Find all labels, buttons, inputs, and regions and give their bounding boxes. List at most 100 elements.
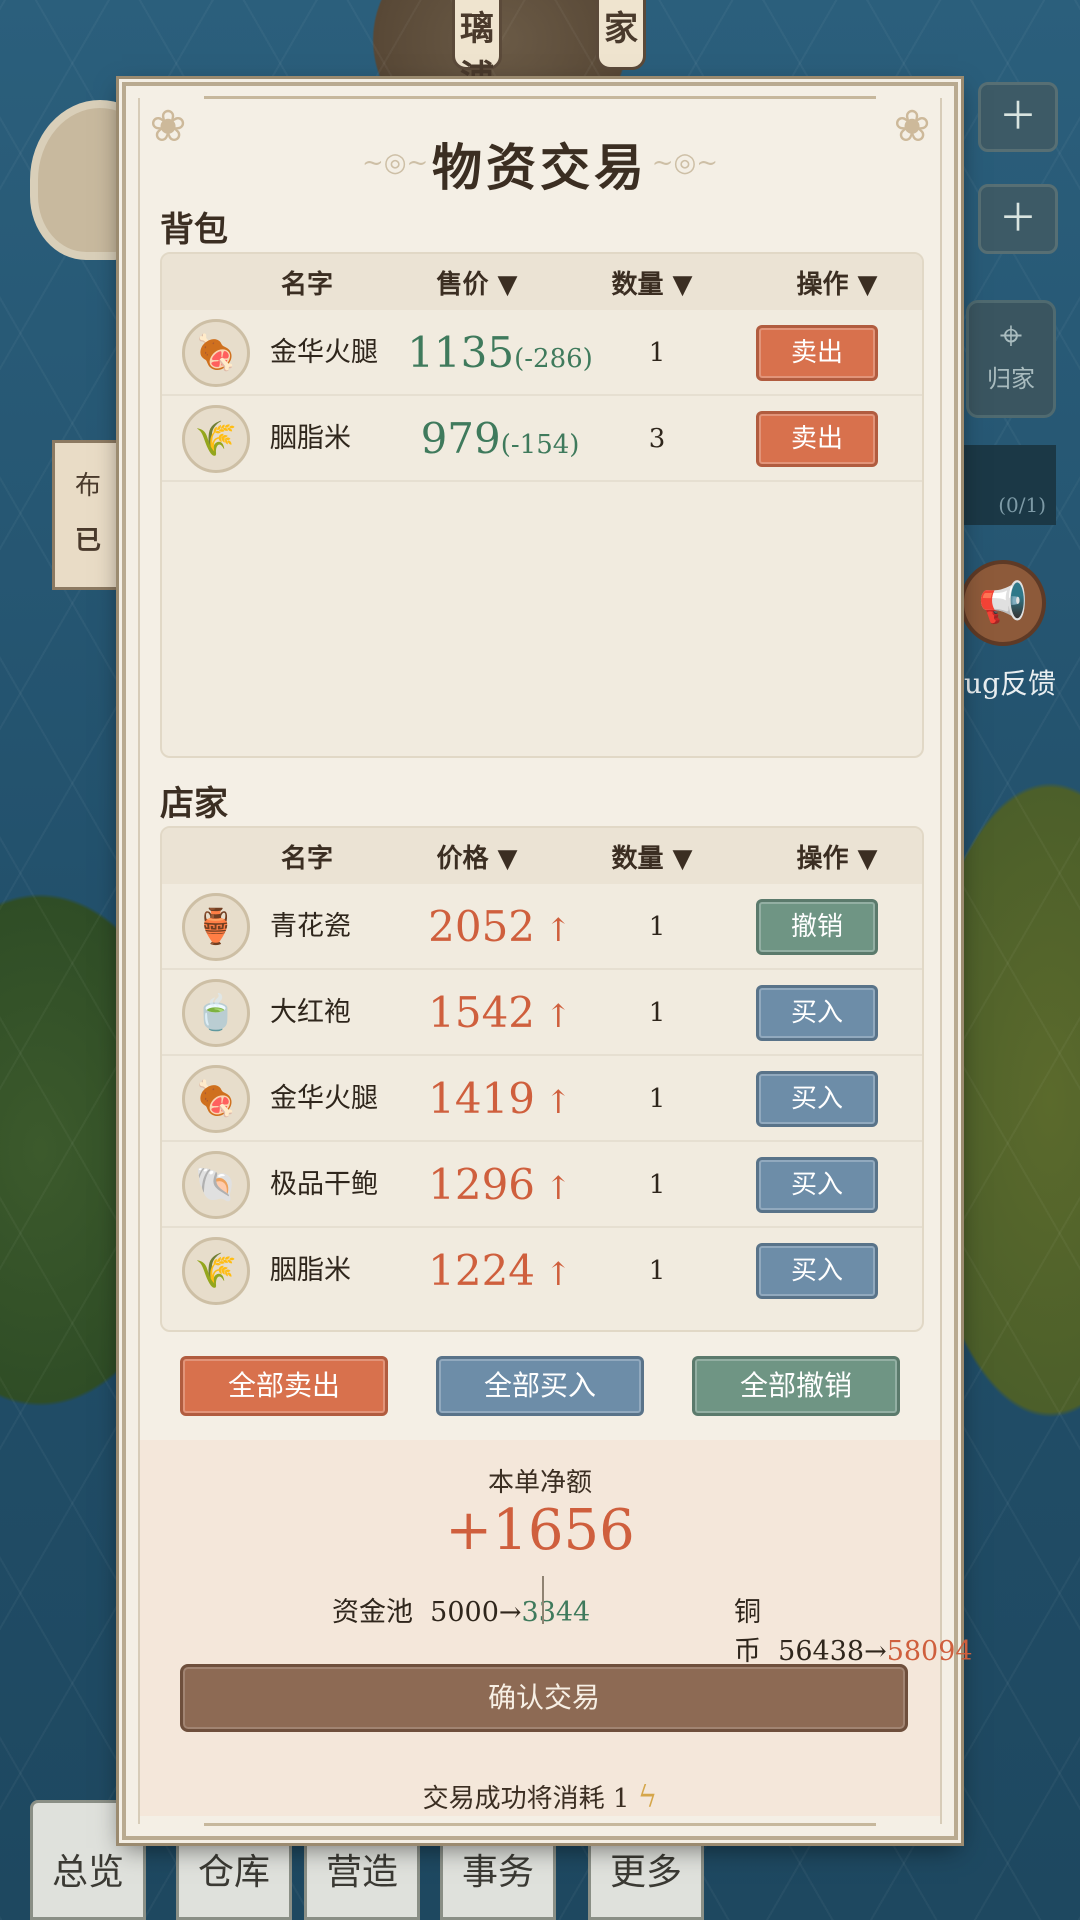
header-sell-price[interactable]: 售价 ▼ bbox=[402, 264, 552, 301]
header-quantity[interactable]: 数量 ▼ bbox=[552, 838, 752, 875]
side-info-card: 布 已 bbox=[52, 440, 124, 590]
shop-table: 名字 价格 ▼ 数量 ▼ 操作 ▼ 🏺 青花瓷 2052 ↑ 1 撤销 🍵 大红袍… bbox=[160, 826, 924, 1332]
return-home-button[interactable]: ⌖ 归家 bbox=[966, 300, 1056, 418]
backpack-table-header: 名字 售价 ▼ 数量 ▼ 操作 ▼ bbox=[162, 254, 922, 310]
buy-button[interactable]: 买入 bbox=[756, 1243, 878, 1299]
fund-pool-change: 资金池 5000→3344 bbox=[332, 1590, 590, 1629]
header-operation[interactable]: 操作 ▼ bbox=[752, 264, 922, 301]
copper-coin-change: 铜币 56438→58094 bbox=[734, 1590, 973, 1668]
sell-all-button[interactable]: 全部卖出 bbox=[180, 1356, 388, 1416]
megaphone-icon: 📢 bbox=[978, 580, 1028, 626]
item-name: 金华火腿 bbox=[270, 1083, 378, 1114]
backpack-section-label: 背包 bbox=[160, 210, 228, 250]
item-quantity: 1 bbox=[648, 1256, 666, 1286]
price-up-arrow-icon: ↑ bbox=[545, 1255, 572, 1293]
side-info-line: 布 bbox=[75, 471, 102, 501]
item-price: 1296 ↑ bbox=[428, 1160, 572, 1209]
price-up-arrow-icon: ↑ bbox=[545, 911, 572, 949]
sell-button[interactable]: 卖出 bbox=[756, 411, 878, 467]
shop-row: 🏺 青花瓷 2052 ↑ 1 撤销 bbox=[162, 884, 922, 970]
item-price: 2052 ↑ bbox=[428, 902, 572, 951]
fund-pool-before: 5000→ bbox=[430, 1597, 522, 1628]
copper-coin-after: 58094 bbox=[886, 1636, 973, 1667]
backpack-row: 🌾 胭脂米 979(-154) 3 卖出 bbox=[162, 396, 922, 482]
location-pin-icon: ⌖ bbox=[999, 313, 1023, 359]
backpack-row: 🍖 金华火腿 1135(-286) 1 卖出 bbox=[162, 310, 922, 396]
item-sell-price: 979(-154) bbox=[420, 414, 580, 463]
shop-row: 🌾 胭脂米 1224 ↑ 1 买入 bbox=[162, 1228, 922, 1314]
item-quantity: 1 bbox=[648, 912, 666, 942]
header-price[interactable]: 价格 ▼ bbox=[402, 838, 552, 875]
copper-coin-label: 铜币 bbox=[734, 1597, 761, 1667]
energy-cost-note: 交易成功将消耗 1 ϟ bbox=[126, 1778, 954, 1815]
summary-separator bbox=[542, 1576, 544, 1624]
item-price: 1542 ↑ bbox=[428, 988, 572, 1037]
item-name: 胭脂米 bbox=[270, 423, 351, 454]
dialog-title: 物资交易 bbox=[432, 138, 648, 197]
shop-row: 🍵 大红袍 1542 ↑ 1 买入 bbox=[162, 970, 922, 1056]
feedback-horn-button[interactable]: 📢 bbox=[960, 560, 1046, 646]
ham-box-icon: 🍖 bbox=[182, 319, 250, 387]
fund-pool-label: 资金池 bbox=[332, 1597, 413, 1628]
item-quantity: 3 bbox=[648, 424, 666, 454]
buy-all-button[interactable]: 全部买入 bbox=[436, 1356, 644, 1416]
item-name: 大红袍 bbox=[270, 997, 351, 1028]
item-name: 极品干鲍 bbox=[270, 1169, 378, 1200]
item-name: 青花瓷 bbox=[270, 911, 351, 942]
shop-section-label: 店家 bbox=[160, 784, 228, 824]
shop-row: 🐚 极品干鲍 1296 ↑ 1 买入 bbox=[162, 1142, 922, 1228]
ham-box-icon: 🍖 bbox=[182, 1065, 250, 1133]
plus-icon: ＋ bbox=[998, 94, 1037, 138]
fund-pool-after: 3344 bbox=[521, 1597, 591, 1628]
header-name[interactable]: 名字 bbox=[162, 838, 402, 875]
rice-sack-icon: 🌾 bbox=[182, 1237, 250, 1305]
energy-cost-text: 交易成功将消耗 1 bbox=[422, 1784, 630, 1814]
cancel-button[interactable]: 撤销 bbox=[756, 899, 878, 955]
header-operation[interactable]: 操作 ▼ bbox=[752, 838, 922, 875]
map-tab-2[interactable]: 家 bbox=[596, 0, 646, 70]
shop-row: 🍖 金华火腿 1419 ↑ 1 买入 bbox=[162, 1056, 922, 1142]
add-resource-button-1[interactable]: ＋ bbox=[978, 82, 1058, 152]
item-price: 1419 ↑ bbox=[428, 1074, 572, 1123]
add-resource-button-2[interactable]: ＋ bbox=[978, 184, 1058, 254]
shop-table-header: 名字 价格 ▼ 数量 ▼ 操作 ▼ bbox=[162, 828, 922, 884]
item-price: 1224 ↑ bbox=[428, 1246, 572, 1295]
item-name: 胭脂米 bbox=[270, 1255, 351, 1286]
sell-button[interactable]: 卖出 bbox=[756, 325, 878, 381]
item-quantity: 1 bbox=[648, 998, 666, 1028]
item-name: 金华火腿 bbox=[270, 337, 378, 368]
buy-button[interactable]: 买入 bbox=[756, 1157, 878, 1213]
item-quantity: 1 bbox=[648, 1170, 666, 1200]
trade-dialog: ❀ ❀ ❀ ❀ ~◎~ 物资交易 ~◎~ 背包 名字 售价 ▼ 数量 ▼ 操作 … bbox=[122, 82, 973, 1840]
header-name[interactable]: 名字 bbox=[162, 264, 402, 301]
porcelain-vase-icon: 🏺 bbox=[182, 893, 250, 961]
item-quantity: 1 bbox=[648, 338, 666, 368]
item-quantity: 1 bbox=[648, 1084, 666, 1114]
bottom-divider bbox=[204, 1823, 876, 1826]
price-up-arrow-icon: ↑ bbox=[545, 1083, 572, 1121]
buy-button[interactable]: 买入 bbox=[756, 985, 878, 1041]
cancel-all-button[interactable]: 全部撤销 bbox=[692, 1356, 900, 1416]
buy-button[interactable]: 买入 bbox=[756, 1071, 878, 1127]
top-divider bbox=[204, 96, 876, 99]
header-quantity[interactable]: 数量 ▼ bbox=[552, 264, 752, 301]
copper-coin-before: 56438→ bbox=[778, 1636, 887, 1667]
task-progress: (0/1) bbox=[946, 445, 1056, 525]
map-tab-1[interactable]: 璃浦 bbox=[452, 0, 502, 98]
plus-icon: ＋ bbox=[998, 196, 1037, 240]
item-sell-price: 1135(-286) bbox=[407, 328, 593, 377]
rice-sack-icon: 🌾 bbox=[182, 405, 250, 473]
net-amount-label: 本单净额 bbox=[487, 1468, 592, 1498]
tea-jar-icon: 🍵 bbox=[182, 979, 250, 1047]
lightning-energy-icon: ϟ bbox=[637, 1780, 658, 1815]
net-amount-value: +1656 bbox=[445, 1498, 635, 1563]
side-info-line: 已 bbox=[75, 526, 102, 556]
title-scroll-ornament-icon: ~◎~ bbox=[651, 148, 718, 178]
price-up-arrow-icon: ↑ bbox=[545, 1169, 572, 1207]
return-home-label: 归家 bbox=[987, 365, 1035, 393]
abalone-box-icon: 🐚 bbox=[182, 1151, 250, 1219]
feedback-label: ug反馈 bbox=[964, 667, 1056, 700]
confirm-trade-button[interactable]: 确认交易 bbox=[180, 1664, 908, 1732]
price-up-arrow-icon: ↑ bbox=[545, 997, 572, 1035]
backpack-table: 名字 售价 ▼ 数量 ▼ 操作 ▼ 🍖 金华火腿 1135(-286) 1 卖出… bbox=[160, 252, 924, 758]
